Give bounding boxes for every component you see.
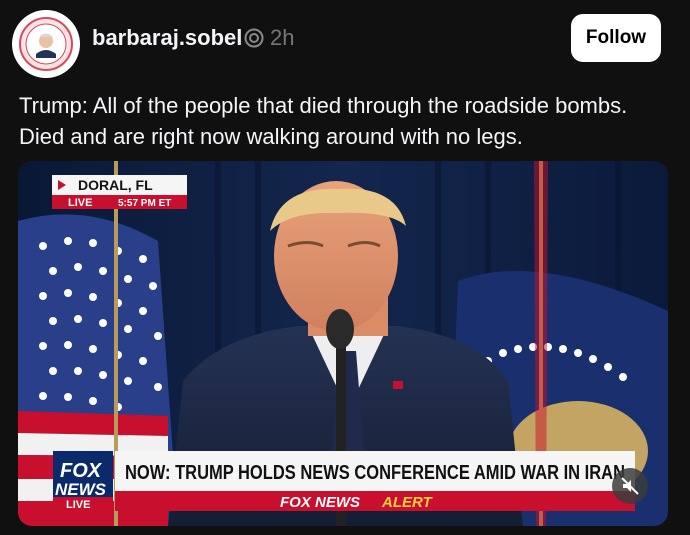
threads-verified-icon (244, 28, 264, 48)
logo-live: LIVE (66, 499, 90, 511)
location-bug: DORAL, FL LIVE 5:57 PM ET (52, 175, 187, 209)
avatar-image (13, 11, 79, 77)
post-text: Trump: All of the people that died throu… (19, 93, 628, 149)
muted-speaker-icon (621, 477, 639, 495)
logo-bottom: NEWS (55, 480, 107, 499)
location-text: DORAL, FL (78, 177, 153, 193)
mute-button[interactable] (612, 468, 648, 504)
live-label: LIVE (68, 197, 92, 209)
avatar[interactable] (12, 10, 80, 78)
chyron-headline: NOW: TRUMP HOLDS NEWS CONFERENCE AMID WA… (125, 462, 625, 484)
alert-word: ALERT (381, 494, 434, 511)
chyron: NOW: TRUMP HOLDS NEWS CONFERENCE AMID WA… (115, 451, 635, 511)
username[interactable]: barbaraj.sobel (92, 25, 242, 51)
fox-news-logo: FOX NEWS LIVE (53, 451, 113, 511)
alert-prefix: FOX NEWS (280, 494, 360, 511)
live-time: 5:57 PM ET (118, 198, 171, 209)
video-player[interactable]: DORAL, FL LIVE 5:57 PM ET FOX NEWS LIVE … (18, 161, 668, 526)
follow-button[interactable]: Follow (571, 14, 661, 62)
video-frame: DORAL, FL LIVE 5:57 PM ET FOX NEWS LIVE … (18, 161, 668, 526)
logo-top: FOX (60, 460, 103, 482)
post-timestamp[interactable]: 2h (270, 25, 294, 51)
